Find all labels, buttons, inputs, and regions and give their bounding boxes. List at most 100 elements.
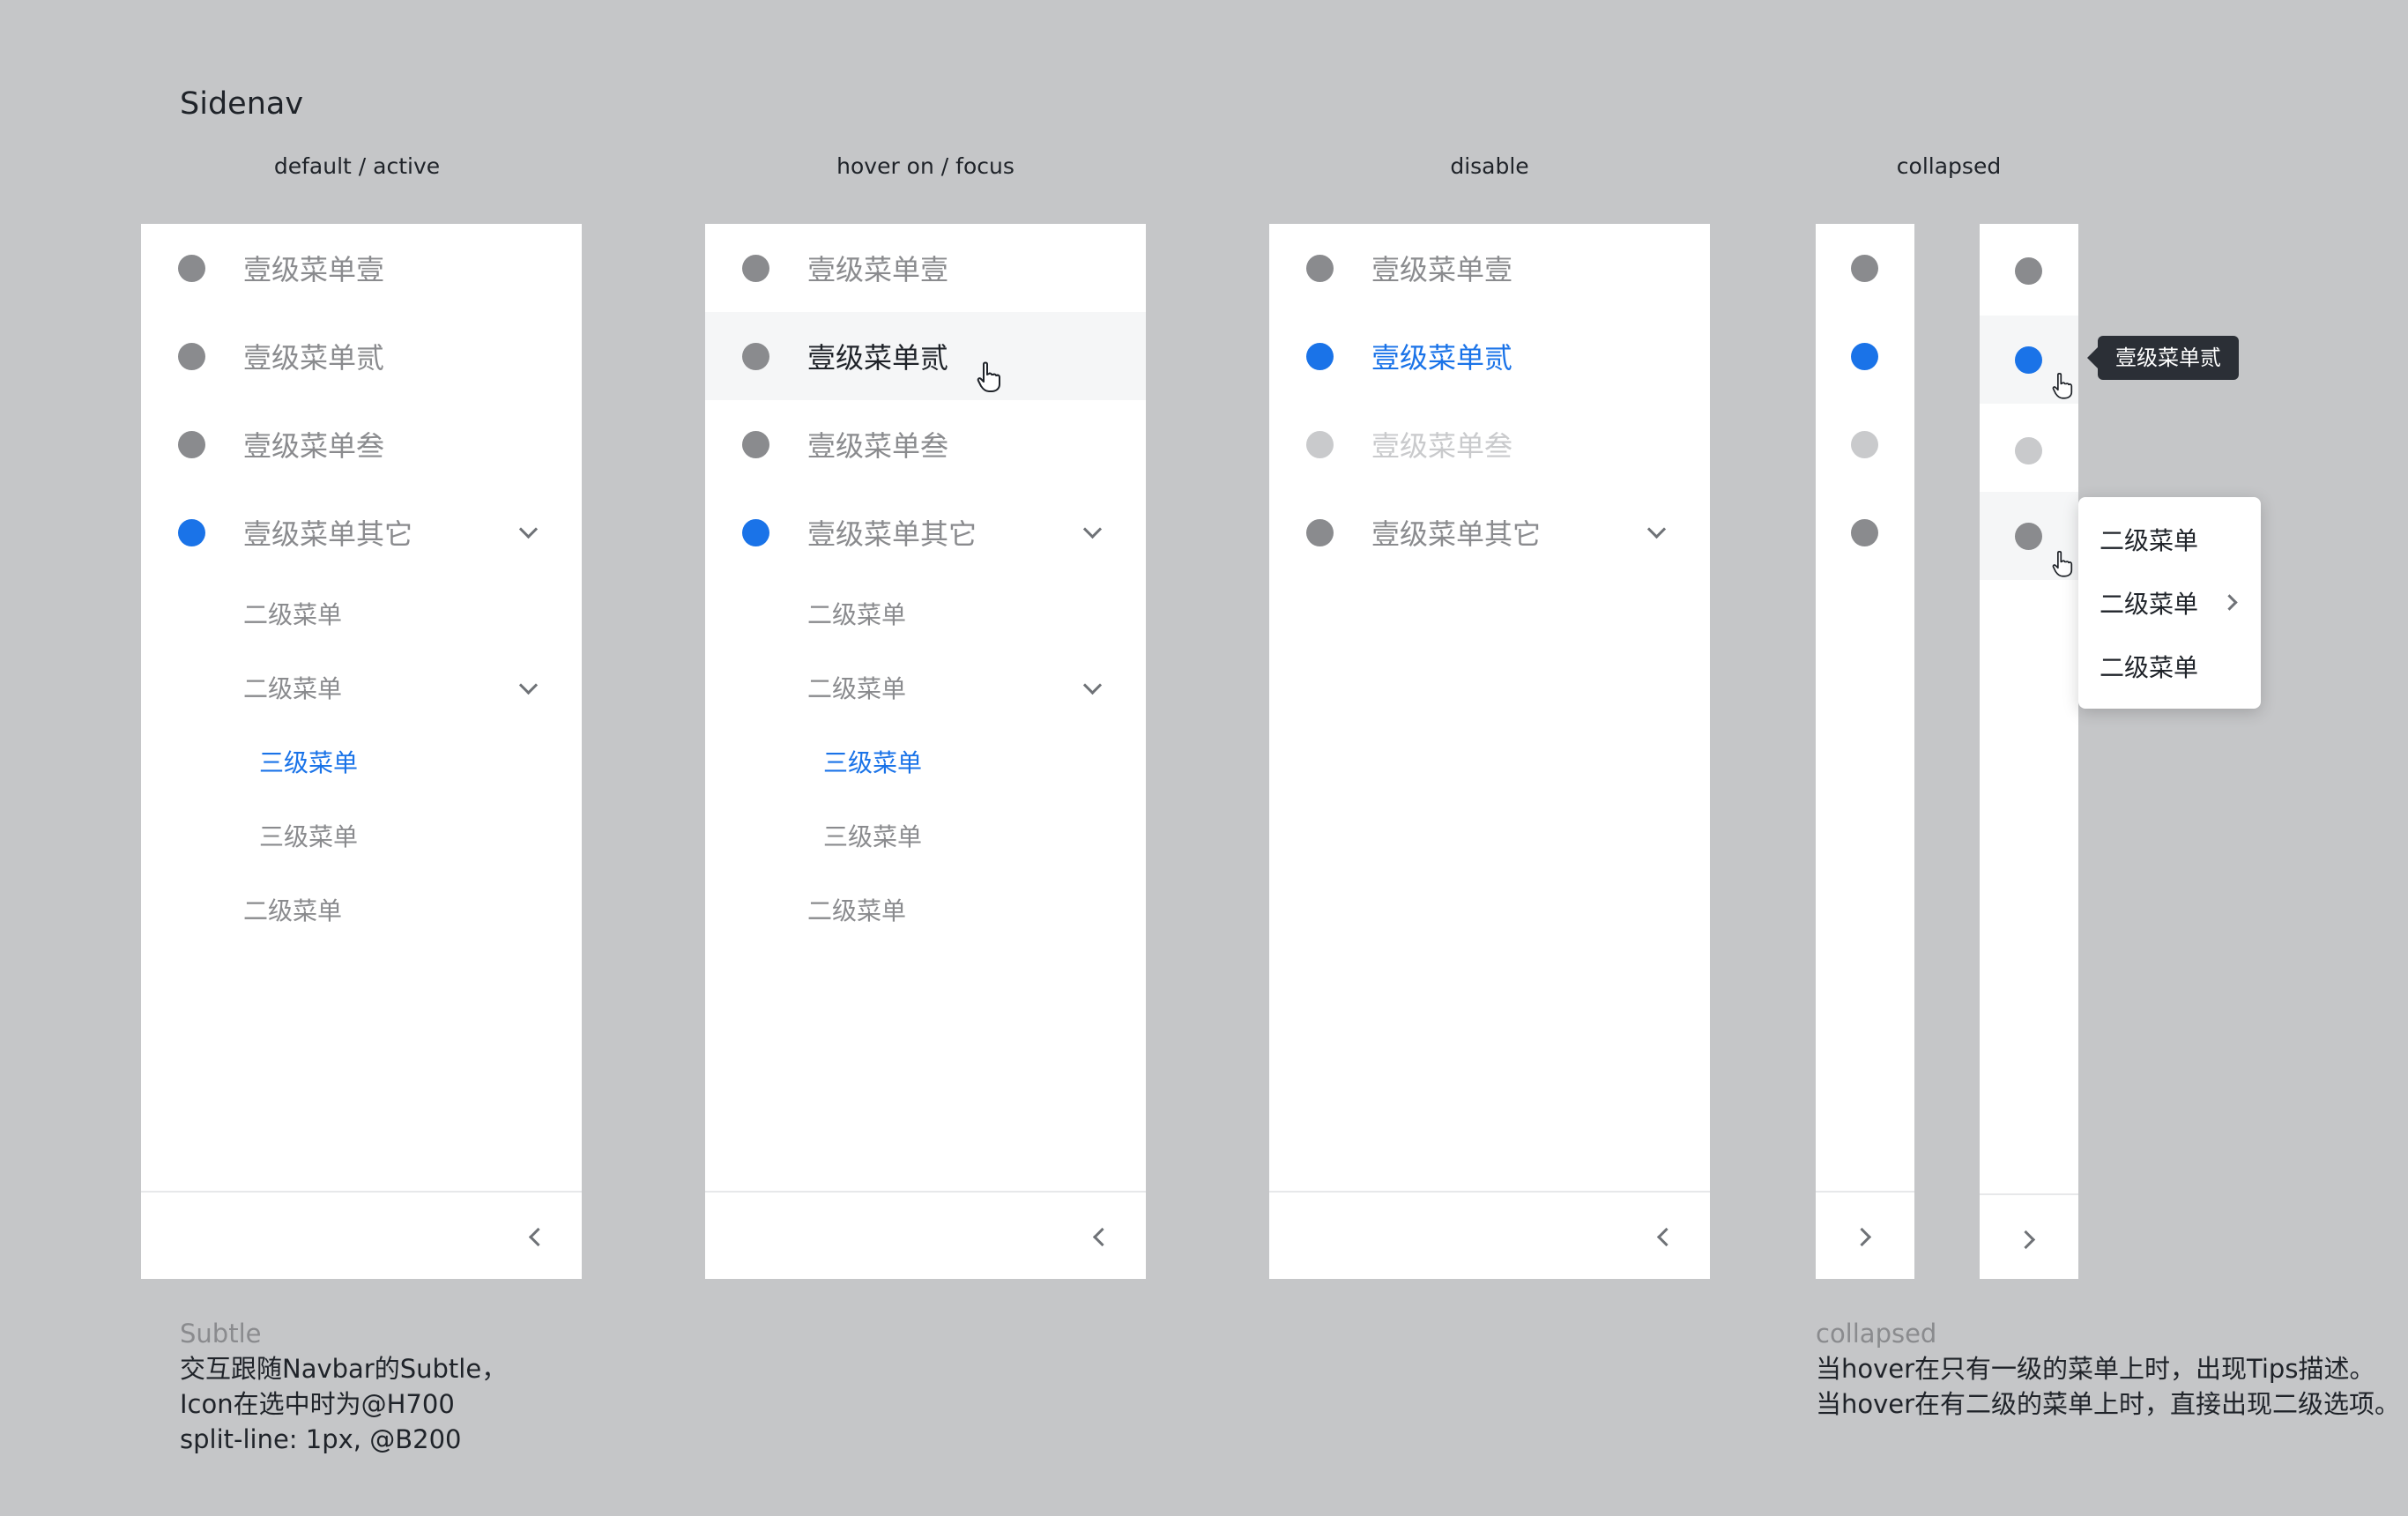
menu-item-icon (1851, 343, 1878, 370)
collapsed-item-4-hovered[interactable] (1980, 492, 2078, 580)
menu-item-icon (2015, 257, 2042, 285)
menu-item-3-disabled: 壹级菜单叁 (1269, 400, 1710, 488)
third-menu-item-label: 三级菜单 (823, 822, 923, 851)
expand-chevron-right-icon[interactable] (1852, 1227, 1872, 1247)
menu-item-icon (1851, 255, 1878, 282)
collapsed-submenu-popup: 二级菜单 二级菜单 二级菜单 (2078, 497, 2261, 709)
menu-item-icon (742, 343, 769, 370)
chevron-right-icon (2221, 594, 2238, 611)
sidenav-footer (141, 1191, 582, 1281)
submenu-item[interactable]: 二级菜单 (705, 576, 1146, 650)
menu-item-1[interactable]: 壹级菜单壹 (141, 224, 582, 312)
third-menu-item-label: 三级菜单 (823, 748, 923, 777)
menu-item-2-active[interactable]: 壹级菜单贰 (1269, 312, 1710, 400)
note-subtle: Subtle 交互跟随Navbar的Subtle， Icon在选中时为@H700… (180, 1316, 507, 1457)
menu-item-label: 壹级菜单壹 (807, 253, 949, 286)
note-line: 当hover在有二级的菜单上时，直接出现二级选项。 (1816, 1389, 2401, 1419)
submenu-item-label: 二级菜单 (243, 600, 343, 629)
menu-item-label: 壹级菜单贰 (1371, 341, 1513, 375)
collapse-chevron-left-icon[interactable] (528, 1227, 548, 1247)
menu-item-icon (1851, 431, 1878, 458)
menu-item-icon (178, 343, 205, 370)
sidenav-footer (1980, 1193, 2078, 1281)
column-label-hover: hover on / focus (836, 153, 1014, 179)
sidenav-footer (1816, 1191, 1914, 1281)
menu-item-label: 壹级菜单贰 (243, 341, 385, 375)
sidenav-default: 壹级菜单壹 壹级菜单贰 壹级菜单叁 壹级菜单其它 二级菜单 二级菜单 三级菜单 … (141, 224, 582, 1279)
popup-submenu-item[interactable]: 二级菜单 (2078, 635, 2261, 698)
menu-item-label: 壹级菜单叁 (243, 429, 385, 463)
menu-item-4[interactable]: 壹级菜单其它 (1269, 488, 1710, 576)
note-line: 交互跟随Navbar的Subtle， (180, 1354, 508, 1384)
sidenav-disable: 壹级菜单壹 壹级菜单贰 壹级菜单叁 壹级菜单其它 (1269, 224, 1710, 1279)
chevron-down-icon (518, 675, 539, 695)
popup-submenu-item-expandable[interactable]: 二级菜单 (2078, 571, 2261, 635)
menu-item-label: 壹级菜单壹 (1371, 253, 1513, 286)
note-line: split-line: 1px, @B200 (180, 1424, 462, 1454)
menu-item-label: 壹级菜单贰 (807, 341, 949, 375)
submenu-item[interactable]: 二级菜单 (141, 873, 582, 947)
submenu-item-label: 二级菜单 (807, 674, 907, 703)
menu-item-4[interactable]: 壹级菜单其它 (141, 488, 582, 576)
third-menu-item[interactable]: 三级菜单 (141, 799, 582, 873)
chevron-down-icon (1082, 519, 1103, 539)
column-label-collapsed: collapsed (1896, 153, 2002, 179)
collapsed-item-3-disabled (1816, 400, 1914, 488)
menu-item-icon (1306, 343, 1334, 370)
menu-item-2-hovered[interactable]: 壹级菜单贰 (705, 312, 1146, 400)
collapse-chevron-left-icon[interactable] (1092, 1227, 1112, 1247)
note-collapsed: collapsed 当hover在只有一级的菜单上时，出现Tips描述。 当ho… (1816, 1316, 2400, 1422)
popup-submenu-label: 二级菜单 (2100, 526, 2199, 555)
menu-item-icon (178, 431, 205, 458)
menu-item-1[interactable]: 壹级菜单壹 (1269, 224, 1710, 312)
popup-submenu-item[interactable]: 二级菜单 (2078, 508, 2261, 571)
menu-item-3[interactable]: 壹级菜单叁 (705, 400, 1146, 488)
menu-item-icon (1306, 255, 1334, 282)
hand-cursor-icon (2052, 373, 2073, 399)
menu-item-icon (1306, 519, 1334, 546)
menu-item-icon (1306, 431, 1334, 458)
collapsed-item-4[interactable] (1816, 488, 1914, 576)
menu-item-icon (2015, 437, 2042, 464)
menu-item-icon (742, 255, 769, 282)
menu-item-label: 壹级菜单壹 (243, 253, 385, 286)
third-menu-item-label: 三级菜单 (259, 822, 359, 851)
collapsed-item-2-hovered[interactable] (1980, 316, 2078, 404)
menu-item-1[interactable]: 壹级菜单壹 (705, 224, 1146, 312)
third-menu-item[interactable]: 三级菜单 (705, 799, 1146, 873)
submenu-item-label: 二级菜单 (243, 674, 343, 703)
menu-item-3[interactable]: 壹级菜单叁 (141, 400, 582, 488)
third-menu-item-active[interactable]: 三级菜单 (141, 725, 582, 799)
collapsed-item-1[interactable] (1816, 224, 1914, 312)
menu-item-icon (178, 255, 205, 282)
submenu-item[interactable]: 二级菜单 (705, 873, 1146, 947)
collapsed-item-2-active[interactable] (1816, 312, 1914, 400)
menu-item-icon (2015, 523, 2042, 550)
submenu-item-label: 二级菜单 (807, 896, 907, 925)
menu-item-icon (178, 519, 205, 546)
third-menu-item-active[interactable]: 三级菜单 (705, 725, 1146, 799)
menu-item-label: 壹级菜单其它 (807, 517, 977, 551)
collapsed-item-1[interactable] (1980, 224, 2078, 312)
column-label-default: default / active (273, 153, 441, 179)
expand-chevron-right-icon[interactable] (2016, 1230, 2036, 1250)
submenu-item-expandable[interactable]: 二级菜单 (141, 650, 582, 725)
menu-item-4[interactable]: 壹级菜单其它 (705, 488, 1146, 576)
sidenav-hover: 壹级菜单壹 壹级菜单贰 壹级菜单叁 壹级菜单其它 二级菜单 二级菜单 三级菜单 … (705, 224, 1146, 1279)
menu-item-label: 壹级菜单其它 (1371, 517, 1542, 551)
submenu-item-label: 二级菜单 (807, 600, 907, 629)
column-label-disable: disable (1450, 153, 1529, 179)
popup-submenu-label: 二级菜单 (2100, 590, 2199, 619)
collapse-chevron-left-icon[interactable] (1656, 1227, 1676, 1247)
submenu-item-expandable[interactable]: 二级菜单 (705, 650, 1146, 725)
menu-item-2[interactable]: 壹级菜单贰 (141, 312, 582, 400)
submenu-item[interactable]: 二级菜单 (141, 576, 582, 650)
sidenav-collapsed-hover (1980, 224, 2078, 1279)
note-heading: Subtle (180, 1319, 262, 1349)
menu-item-label: 壹级菜单其它 (243, 517, 413, 551)
menu-item-icon (742, 519, 769, 546)
menu-item-label: 壹级菜单叁 (807, 429, 949, 463)
third-menu-item-label: 三级菜单 (259, 748, 359, 777)
popup-submenu-label: 二级菜单 (2100, 653, 2199, 682)
sidenav-collapsed (1816, 224, 1914, 1279)
